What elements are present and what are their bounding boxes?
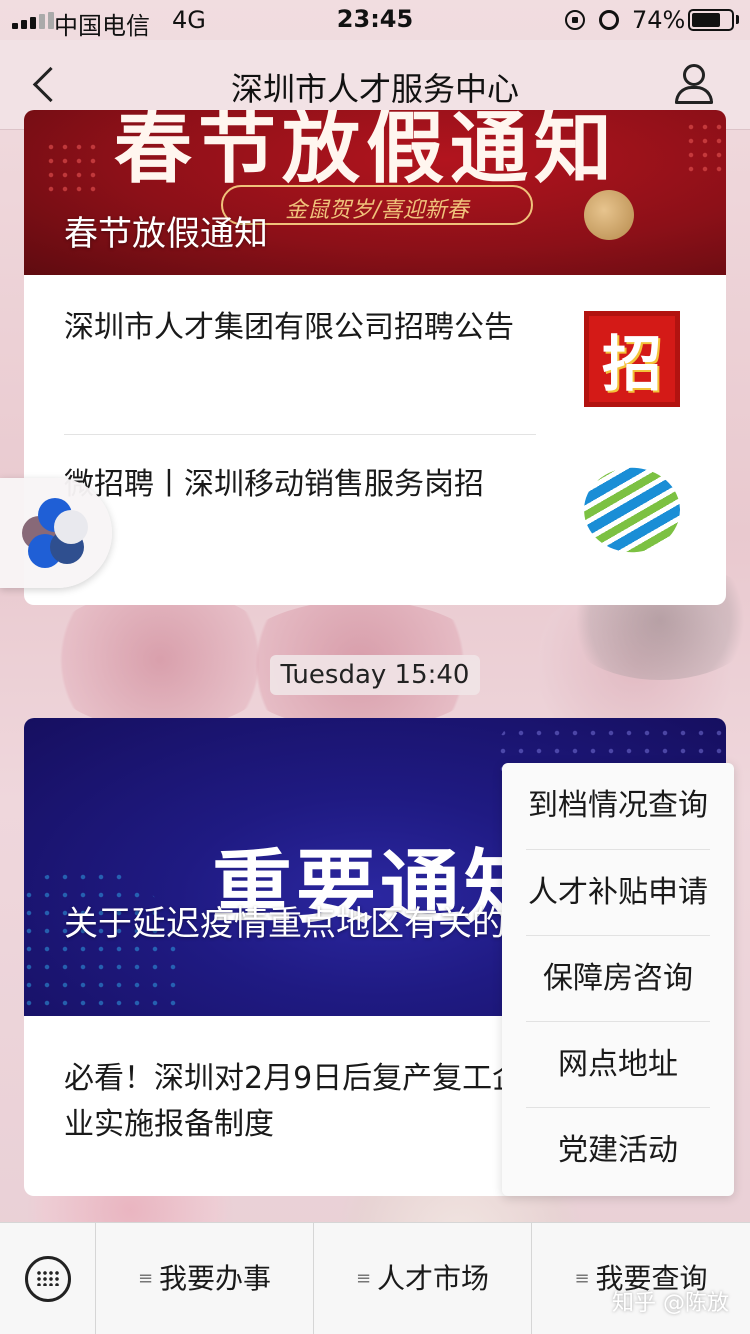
banner-pill-text: 金鼠贺岁/喜迎新春 xyxy=(285,198,469,223)
banner-caption: 春节放假通知 xyxy=(64,214,268,254)
tab-label: 人才市场 xyxy=(377,1262,490,1295)
decorative-circle xyxy=(584,190,634,240)
tab-label: 我要办事 xyxy=(159,1262,272,1295)
rotation-lock-icon xyxy=(565,10,585,30)
list-item[interactable]: 深圳市人才集团有限公司招聘公告 招 xyxy=(64,305,694,435)
decorative-dots xyxy=(684,120,724,180)
menu-lines-icon: ≡ xyxy=(137,1268,154,1289)
article-title: 微招聘丨深圳移动销售服务岗招 xyxy=(64,467,484,502)
banner-caption: 关于延迟疫情重点地区有关的通告 xyxy=(64,904,504,944)
menu-lines-icon: ≡ xyxy=(355,1268,372,1289)
alarm-icon xyxy=(599,10,619,30)
menu-lines-icon: ≡ xyxy=(574,1268,590,1289)
tab-query[interactable]: ≡ 我要查询 xyxy=(532,1223,750,1334)
recruit-thumbnail: 招 xyxy=(584,311,680,407)
bottom-menu-bar: ≡ 我要办事 ≡ 人才市场 ≡ 我要查询 xyxy=(0,1222,750,1334)
china-mobile-logo-icon xyxy=(584,467,680,553)
menu-item[interactable]: 党建活动 xyxy=(502,1108,734,1194)
keyboard-toggle-button[interactable] xyxy=(0,1223,96,1334)
page-title: 深圳市人才服务中心 xyxy=(230,70,519,108)
status-bar: 中国电信 4G 23:45 74% xyxy=(0,0,750,40)
menu-item[interactable]: 人才补贴申请 xyxy=(502,850,734,936)
menu-item[interactable]: 网点地址 xyxy=(502,1022,734,1108)
battery-icon xyxy=(688,9,734,31)
battery-cap xyxy=(736,15,739,24)
article-banner[interactable]: 春节放假通知 金鼠贺岁/喜迎新春 春节放假通知 xyxy=(24,110,726,275)
thumbnail-text: 招 xyxy=(602,329,662,400)
menu-item[interactable]: 到档情况查询 xyxy=(502,763,734,849)
list-item[interactable]: 微招聘丨深圳移动销售服务岗招 xyxy=(64,462,694,582)
article-title: 必看！深圳对2月9日后复产复工企业实施报备制度 xyxy=(64,1061,523,1142)
divider xyxy=(64,434,536,435)
tab-talent-market[interactable]: ≡ 人才市场 xyxy=(314,1223,532,1334)
popup-menu: 到档情况查询 人才补贴申请 保障房咨询 网点地址 党建活动 xyxy=(502,763,734,1196)
battery-percent: 74% xyxy=(632,6,686,34)
floating-assistant-button[interactable] xyxy=(0,478,112,588)
article-card: 春节放假通知 金鼠贺岁/喜迎新春 春节放假通知 深圳市人才集团有限公司招聘公告 … xyxy=(24,110,726,605)
tab-services[interactable]: ≡ 我要办事 xyxy=(96,1223,314,1334)
message-timestamp: Tuesday 15:40 xyxy=(270,655,480,695)
watermark: 知乎 @陈放 xyxy=(612,1291,729,1316)
decorative-dots xyxy=(44,140,104,200)
user-icon[interactable] xyxy=(672,62,716,106)
menu-item[interactable]: 保障房咨询 xyxy=(502,936,734,1022)
keyboard-icon xyxy=(25,1256,71,1302)
article-title: 深圳市人才集团有限公司招聘公告 xyxy=(64,310,514,345)
